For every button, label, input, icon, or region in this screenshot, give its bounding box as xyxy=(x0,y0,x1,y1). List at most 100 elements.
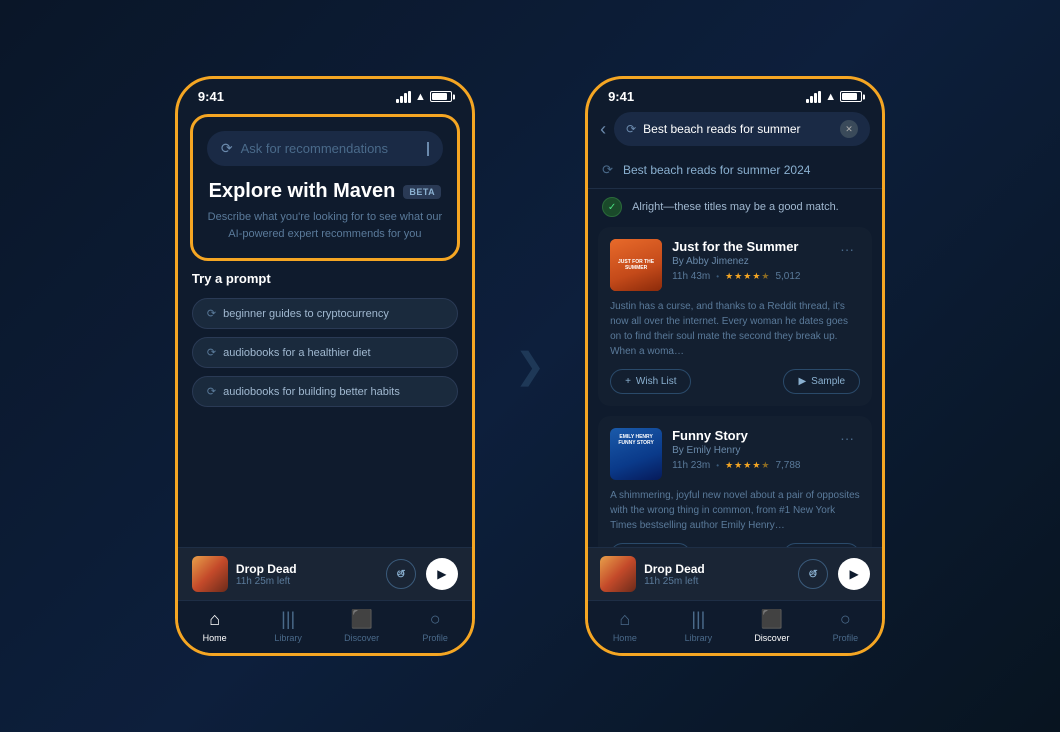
back-button[interactable]: ‹ xyxy=(600,119,606,140)
book-description-2: A shimmering, joyful new novel about a p… xyxy=(610,488,860,533)
status-bar-2: 9:41 ▲ xyxy=(588,79,882,108)
try-prompt-section: Try a prompt ⟳ beginner guides to crypto… xyxy=(178,271,472,547)
book-card-header-2: EMILY HENRY FUNNY STORY Funny Story By E… xyxy=(610,428,860,480)
maven-section: ⟳ Ask for recommendations Explore with M… xyxy=(190,114,460,261)
nav-home-2[interactable]: ⌂ Home xyxy=(588,609,662,643)
wish-list-button-1[interactable]: + Wish List xyxy=(610,369,691,394)
suggestion-clock-icon: ⟳ xyxy=(602,162,613,178)
book-more-button-1[interactable]: ··· xyxy=(834,239,860,259)
book-info-1: Just for the Summer By Abby Jimenez 11h … xyxy=(672,239,824,282)
star-b2: ★ xyxy=(734,460,742,471)
arrow-divider: ❯ xyxy=(515,345,545,387)
now-playing-controls-2: ↺ 30 ▶ xyxy=(798,558,870,590)
now-playing-info-2: Drop Dead 11h 25m left xyxy=(644,562,790,587)
prompt-ai-icon-3: ⟳ xyxy=(207,385,216,398)
nav-profile-2[interactable]: ○ Profile xyxy=(809,609,883,643)
book-dot-1: • xyxy=(716,272,719,281)
status-bar-1: 9:41 ▲ xyxy=(178,79,472,108)
star-5: ★ xyxy=(761,271,769,282)
play-icon-sample-1: ▶ xyxy=(798,376,806,387)
status-time-2: 9:41 xyxy=(608,89,634,104)
prompt-chip-label-3: audiobooks for building better habits xyxy=(223,386,400,398)
prompt-chip-label-2: audiobooks for a healthier diet xyxy=(223,347,370,359)
star-b3: ★ xyxy=(743,460,751,471)
book-stars-2: ★ ★ ★ ★ ★ xyxy=(725,460,769,471)
battery-icon-2 xyxy=(840,91,862,102)
book-title-1: Just for the Summer xyxy=(672,239,824,254)
book-actions-1: + Wish List ▶ Sample xyxy=(610,369,860,394)
search-clear-button[interactable]: ✕ xyxy=(840,120,858,138)
now-playing-controls-1: ↺ 30 ▶ xyxy=(386,558,458,590)
star-b1: ★ xyxy=(725,460,733,471)
now-playing-art-1 xyxy=(192,556,228,592)
star-b5: ★ xyxy=(761,460,769,471)
book-card-header-1: JUST FOR THE SUMMER Just for the Summer … xyxy=(610,239,860,291)
status-icons-1: ▲ xyxy=(396,91,452,103)
maven-search-placeholder: Ask for recommendations xyxy=(241,141,420,156)
book-meta-2: 11h 23m • ★ ★ ★ ★ ★ 7,788 xyxy=(672,460,824,471)
search-bar-active[interactable]: ⟳ Best beach reads for summer ✕ xyxy=(614,112,870,146)
prompt-ai-icon-1: ⟳ xyxy=(207,307,216,320)
nav-home-label-2: Home xyxy=(613,633,637,643)
wifi-icon-2: ▲ xyxy=(825,91,836,103)
nav-library-2[interactable]: ||| Library xyxy=(662,609,736,643)
nav-discover-label-1: Discover xyxy=(344,633,379,643)
replay-button-1[interactable]: ↺ 30 xyxy=(386,559,416,589)
star-3: ★ xyxy=(743,271,751,282)
nav-profile-1[interactable]: ○ Profile xyxy=(398,609,472,643)
alright-message: ✓ Alright—these titles may be a good mat… xyxy=(588,191,882,227)
separator xyxy=(588,188,882,189)
book-card-1: JUST FOR THE SUMMER Just for the Summer … xyxy=(598,227,872,406)
prompt-chip-3[interactable]: ⟳ audiobooks for building better habits xyxy=(192,376,458,407)
signal-icon-1 xyxy=(396,91,411,103)
prompt-chip-2[interactable]: ⟳ audiobooks for a healthier diet xyxy=(192,337,458,368)
sample-button-1[interactable]: ▶ Sample xyxy=(783,369,860,394)
play-button-1[interactable]: ▶ xyxy=(426,558,458,590)
star-4: ★ xyxy=(752,271,760,282)
signal-icon-2 xyxy=(806,91,821,103)
book-duration-2: 11h 23m xyxy=(672,460,710,471)
book-description-1: Justin has a curse, and thanks to a Redd… xyxy=(610,299,860,359)
replay-button-2[interactable]: ↺ 30 xyxy=(798,559,828,589)
search-bar-icon: ⟳ xyxy=(626,122,636,136)
sample-label-1: Sample xyxy=(811,376,845,387)
nav-library-1[interactable]: ||| Library xyxy=(251,609,325,643)
book-author-2: By Emily Henry xyxy=(672,445,824,456)
maven-ai-icon: ⟳ xyxy=(221,140,233,157)
star-2: ★ xyxy=(734,271,742,282)
alright-text: Alright—these titles may be a good match… xyxy=(632,201,839,213)
nav-library-label-2: Library xyxy=(685,633,713,643)
now-playing-time-2: 11h 25m left xyxy=(644,576,790,587)
now-playing-info-1: Drop Dead 11h 25m left xyxy=(236,562,378,587)
maven-search-bar[interactable]: ⟳ Ask for recommendations xyxy=(207,131,443,166)
library-icon-1: ||| xyxy=(281,609,295,630)
status-time-1: 9:41 xyxy=(198,89,224,104)
check-icon: ✓ xyxy=(602,197,622,217)
star-1: ★ xyxy=(725,271,733,282)
search-suggestion[interactable]: ⟳ Best beach reads for summer 2024 xyxy=(588,154,882,186)
nav-profile-label-1: Profile xyxy=(422,633,448,643)
library-icon-2: ||| xyxy=(691,609,705,630)
search-header: ‹ ⟳ Best beach reads for summer ✕ xyxy=(588,108,882,154)
maven-subtitle: Describe what you're looking for to see … xyxy=(207,209,443,242)
beta-badge: BETA xyxy=(403,185,441,199)
discover-icon-2: ⬛ xyxy=(761,609,783,630)
nav-discover-1[interactable]: ⬛ Discover xyxy=(325,609,399,643)
wifi-icon-1: ▲ xyxy=(415,91,426,103)
suggestion-text: Best beach reads for summer 2024 xyxy=(623,163,810,177)
nav-discover-2[interactable]: ⬛ Discover xyxy=(735,609,809,643)
book-cover-1: JUST FOR THE SUMMER xyxy=(610,239,662,291)
bottom-nav-1: ⌂ Home ||| Library ⬛ Discover ○ Profile xyxy=(178,600,472,653)
star-b4: ★ xyxy=(752,460,760,471)
book-cover-2: EMILY HENRY FUNNY STORY xyxy=(610,428,662,480)
nav-home-label-1: Home xyxy=(203,633,227,643)
phone-1: 9:41 ▲ ⟳ Ask for recommendations xyxy=(175,76,475,656)
profile-icon-1: ○ xyxy=(430,609,441,630)
book-card-2: EMILY HENRY FUNNY STORY Funny Story By E… xyxy=(598,416,872,547)
book-more-button-2[interactable]: ··· xyxy=(834,428,860,448)
play-button-2[interactable]: ▶ xyxy=(838,558,870,590)
prompt-chip-1[interactable]: ⟳ beginner guides to cryptocurrency xyxy=(192,298,458,329)
nav-home-1[interactable]: ⌂ Home xyxy=(178,609,252,643)
discover-icon-1: ⬛ xyxy=(350,609,372,630)
status-icons-2: ▲ xyxy=(806,91,862,103)
